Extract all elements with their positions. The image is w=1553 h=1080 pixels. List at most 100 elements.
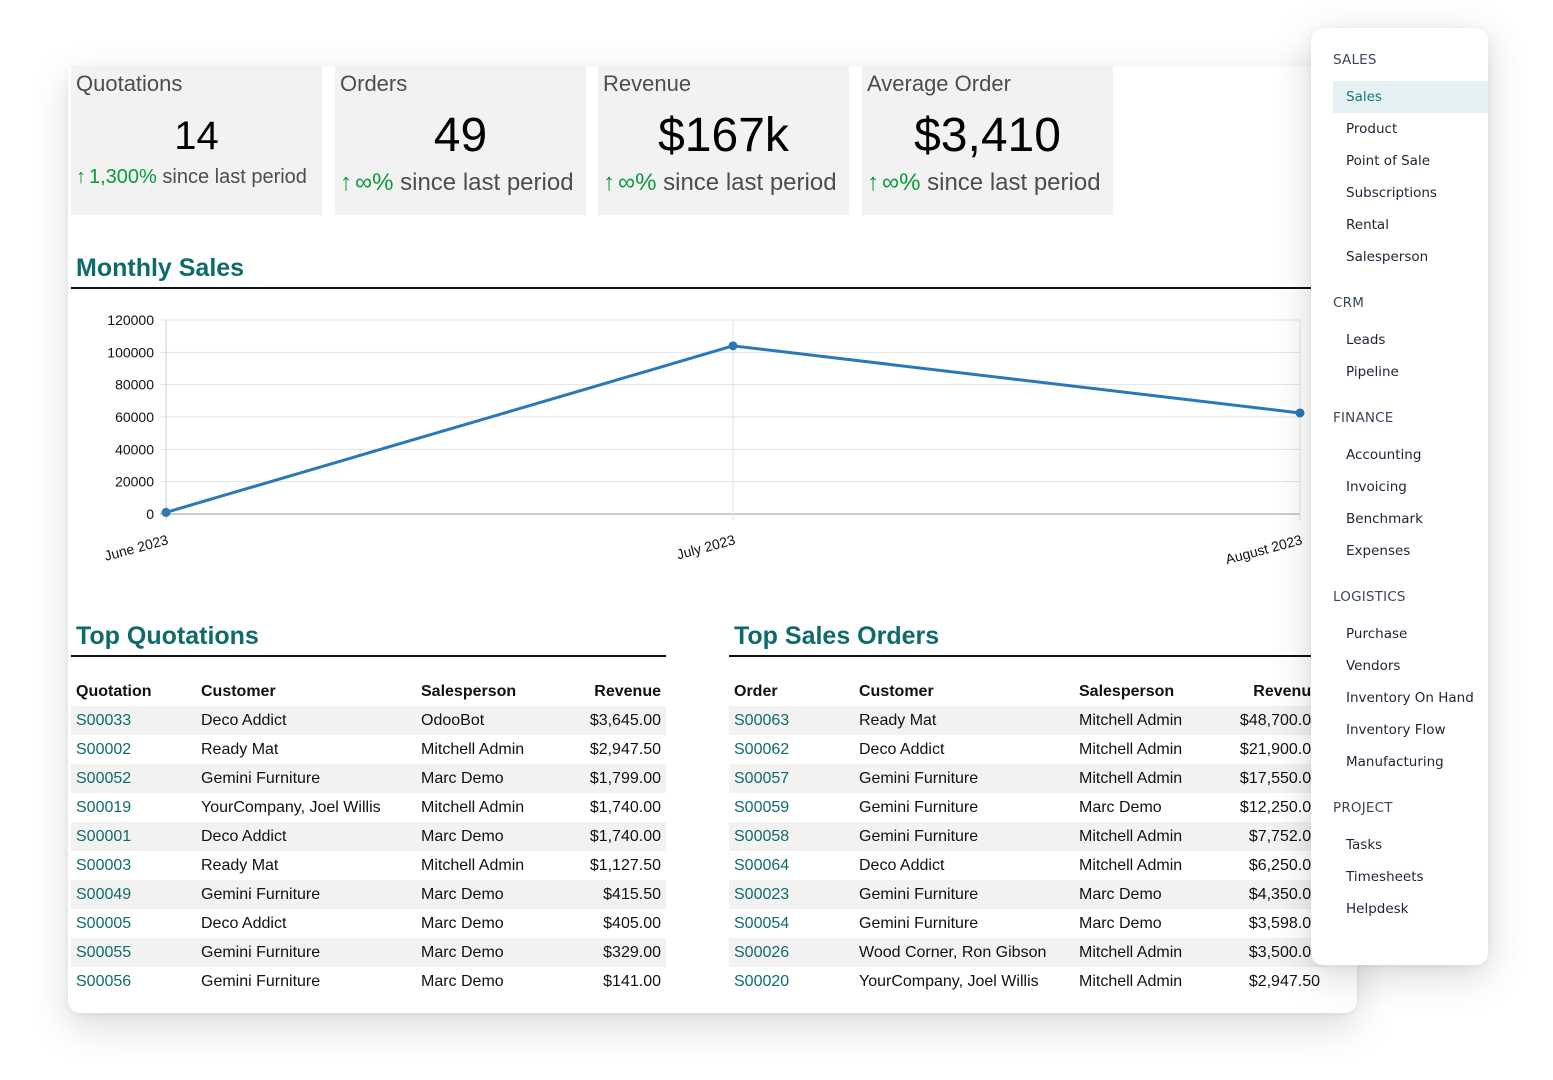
order-link[interactable]: S00049 [76, 886, 131, 903]
menu-item-benchmark[interactable]: Benchmark [1333, 503, 1488, 535]
order-id-link[interactable]: S00052 [71, 764, 196, 793]
menu-item-inventory-flow[interactable]: Inventory Flow [1333, 714, 1488, 746]
order-link[interactable]: S00054 [734, 915, 789, 932]
customer-cell: Wood Corner, Ron Gibson [854, 938, 1074, 967]
menu-item-manufacturing[interactable]: Manufacturing [1333, 746, 1488, 778]
column-header-customer[interactable]: Customer [196, 677, 416, 706]
menu-item-inventory-on-hand[interactable]: Inventory On Hand [1333, 682, 1488, 714]
table-row[interactable]: S00049 Gemini Furniture Marc Demo $415.50 [71, 880, 666, 909]
order-id-link[interactable]: S00056 [71, 967, 196, 996]
order-id-link[interactable]: S00064 [729, 851, 854, 880]
table-row[interactable]: S00063 Ready Mat Mitchell Admin $48,700.00 [729, 706, 1325, 735]
order-id-link[interactable]: S00001 [71, 822, 196, 851]
order-link[interactable]: S00056 [76, 973, 131, 990]
order-link[interactable]: S00001 [76, 828, 131, 845]
order-link[interactable]: S00062 [734, 741, 789, 758]
table-row[interactable]: S00062 Deco Addict Mitchell Admin $21,900.0… [729, 735, 1325, 764]
menu-item-helpdesk[interactable]: Helpdesk [1333, 893, 1488, 925]
table-row[interactable]: S00026 Wood Corner, Ron Gibson Mitchell Ad… [729, 938, 1325, 967]
order-id-link[interactable]: S00062 [729, 735, 854, 764]
kpi-card-average-order[interactable]: Average Order $3,410 ↑ ∞% since last peri… [862, 66, 1113, 215]
order-link[interactable]: S00055 [76, 944, 131, 961]
line-chart[interactable]: 0 20000 40000 60000 80000 100000 120000 June 20… [68, 306, 1357, 606]
column-header-salesperson[interactable]: Salesperson [416, 677, 566, 706]
table-row[interactable]: S00003 Ready Mat Mitchell Admin $1,127.50 [71, 851, 666, 880]
order-link[interactable]: S00033 [76, 712, 131, 729]
table-row[interactable]: S00056 Gemini Furniture Marc Demo $141.00 [71, 967, 666, 996]
order-link[interactable]: S00063 [734, 712, 789, 729]
order-id-link[interactable]: S00049 [71, 880, 196, 909]
column-header-quotation[interactable]: Quotation [71, 677, 196, 706]
order-id-link[interactable]: S00002 [71, 735, 196, 764]
kpi-card-quotations[interactable]: Quotations 14 ↑ 1,300% since last period [71, 66, 322, 215]
menu-item-expenses[interactable]: Expenses [1333, 535, 1488, 567]
order-id-link[interactable]: S00020 [729, 967, 854, 996]
order-id-link[interactable]: S00033 [71, 706, 196, 735]
table-row[interactable]: S00057 Gemini Furniture Mitchell Admin $17,… [729, 764, 1325, 793]
menu-item-timesheets[interactable]: Timesheets [1333, 861, 1488, 893]
order-id-link[interactable]: S00003 [71, 851, 196, 880]
data-point[interactable] [161, 507, 171, 517]
column-header-customer[interactable]: Customer [854, 677, 1074, 706]
order-link[interactable]: S00026 [734, 944, 789, 961]
menu-item-subscriptions[interactable]: Subscriptions [1333, 177, 1488, 209]
menu-item-purchase[interactable]: Purchase [1333, 618, 1488, 650]
order-id-link[interactable]: S00058 [729, 822, 854, 851]
order-id-link[interactable]: S00026 [729, 938, 854, 967]
column-header-order[interactable]: Order [729, 677, 854, 706]
column-header-revenue[interactable]: Revenue [566, 677, 666, 706]
menu-item-sales[interactable]: Sales [1333, 81, 1488, 113]
table-row[interactable]: S00054 Gemini Furniture Marc Demo $3,598.00 [729, 909, 1325, 938]
kpi-card-orders[interactable]: Orders 49 ↑ ∞% since last period [335, 66, 586, 215]
order-id-link[interactable]: S00063 [729, 706, 854, 735]
table-row[interactable]: S00033 Deco Addict OdooBot $3,645.00 [71, 706, 666, 735]
order-link[interactable]: S00064 [734, 857, 789, 874]
order-link[interactable]: S00020 [734, 973, 789, 990]
menu-item-salesperson[interactable]: Salesperson [1333, 241, 1488, 273]
menu-item-invoicing[interactable]: Invoicing [1333, 471, 1488, 503]
table-row[interactable]: S00020 YourCompany, Joel Willis Mitchell A… [729, 967, 1325, 996]
x-tick-label: August 2023 [1224, 531, 1304, 567]
data-point[interactable] [1295, 408, 1305, 418]
order-link[interactable]: S00023 [734, 886, 789, 903]
table-row[interactable]: S00052 Gemini Furniture Marc Demo $1,799.00 [71, 764, 666, 793]
menu-item-product[interactable]: Product [1333, 113, 1488, 145]
menu-item-point-of-sale[interactable]: Point of Sale [1333, 145, 1488, 177]
table-row[interactable]: S00002 Ready Mat Mitchell Admin $2,947.50 [71, 735, 666, 764]
monthly-sales-chart[interactable]: 0 20000 40000 60000 80000 100000 120000 June 20… [68, 306, 1357, 606]
table-row[interactable]: S00001 Deco Addict Marc Demo $1,740.00 [71, 822, 666, 851]
order-link[interactable]: S00019 [76, 799, 131, 816]
menu-item-rental[interactable]: Rental [1333, 209, 1488, 241]
table-row[interactable]: S00055 Gemini Furniture Marc Demo $329.00 [71, 938, 666, 967]
menu-item-vendors[interactable]: Vendors [1333, 650, 1488, 682]
menu-item-tasks[interactable]: Tasks [1333, 829, 1488, 861]
order-id-link[interactable]: S00005 [71, 909, 196, 938]
order-id-link[interactable]: S00055 [71, 938, 196, 967]
table-row[interactable]: S00064 Deco Addict Mitchell Admin $6,250.00 [729, 851, 1325, 880]
column-header-revenue[interactable]: Revenue [1224, 677, 1325, 706]
kpi-card-revenue[interactable]: Revenue $167k ↑ ∞% since last period [598, 66, 849, 215]
table-row[interactable]: S00023 Gemini Furniture Marc Demo $4,350.00 [729, 880, 1325, 909]
table-row[interactable]: S00005 Deco Addict Marc Demo $405.00 [71, 909, 666, 938]
column-header-salesperson[interactable]: Salesperson [1074, 677, 1224, 706]
order-link[interactable]: S00002 [76, 741, 131, 758]
order-link[interactable]: S00059 [734, 799, 789, 816]
order-link[interactable]: S00057 [734, 770, 789, 787]
order-id-link[interactable]: S00019 [71, 793, 196, 822]
menu-item-pipeline[interactable]: Pipeline [1333, 356, 1488, 388]
order-id-link[interactable]: S00059 [729, 793, 854, 822]
order-link[interactable]: S00058 [734, 828, 789, 845]
table-row[interactable]: S00059 Gemini Furniture Marc Demo $12,250.0… [729, 793, 1325, 822]
order-id-link[interactable]: S00057 [729, 764, 854, 793]
order-id-link[interactable]: S00054 [729, 909, 854, 938]
menu-item-leads[interactable]: Leads [1333, 324, 1488, 356]
table-row[interactable]: S00019 YourCompany, Joel Willis Mitchell A… [71, 793, 666, 822]
order-id-link[interactable]: S00023 [729, 880, 854, 909]
salesperson-cell: Mitchell Admin [1074, 764, 1224, 793]
menu-item-accounting[interactable]: Accounting [1333, 439, 1488, 471]
order-link[interactable]: S00052 [76, 770, 131, 787]
table-row[interactable]: S00058 Gemini Furniture Mitchell Admin $7,7… [729, 822, 1325, 851]
data-point[interactable] [728, 341, 738, 351]
order-link[interactable]: S00003 [76, 857, 131, 874]
order-link[interactable]: S00005 [76, 915, 131, 932]
